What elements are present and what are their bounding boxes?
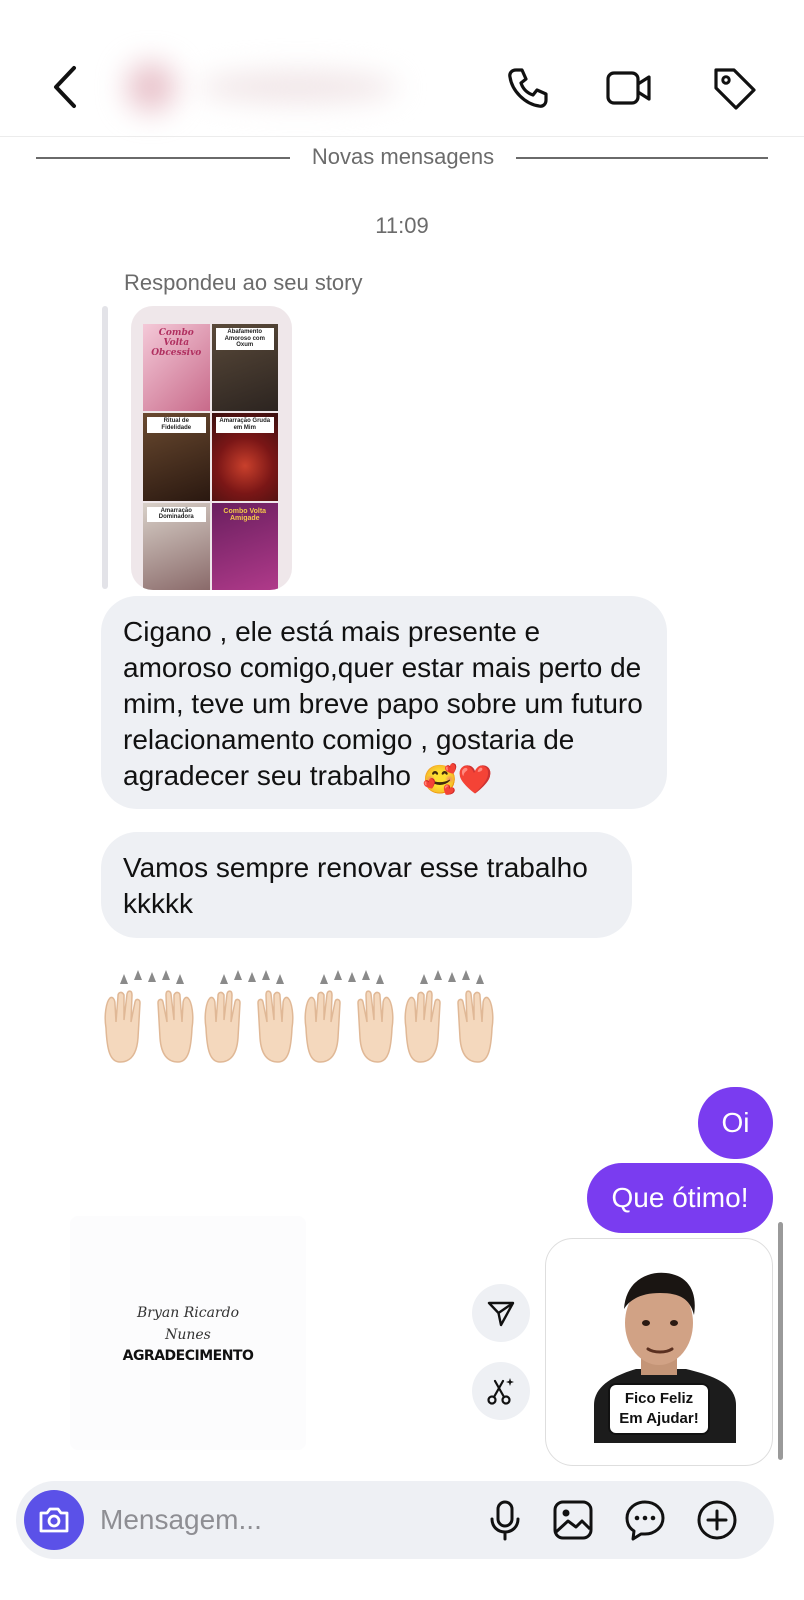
tag-icon <box>714 68 756 110</box>
more-options-button[interactable] <box>696 1499 738 1541</box>
message-text: Que ótimo! <box>611 1182 749 1213</box>
message-composer <box>16 1481 774 1559</box>
story-reply-caption: Respondeu ao seu story <box>124 270 363 295</box>
story-tile-caption: Ritual de Fidelidade <box>147 417 206 433</box>
sticker-caption: Fico Feliz Em Ajudar! <box>608 1383 710 1435</box>
reply-quote-bar <box>102 306 108 589</box>
story-tile: Abafamento Amoroso com Oxum <box>211 324 278 412</box>
smiling-hearts-heart-emoji: 🥰❤️ <box>422 764 493 795</box>
video-call-button[interactable] <box>605 64 653 112</box>
sticker-button[interactable] <box>624 1499 666 1541</box>
raising-hands-emoji <box>404 970 494 1063</box>
voice-message-button[interactable] <box>484 1499 526 1541</box>
gallery-button[interactable] <box>552 1499 594 1541</box>
divider-label: Novas mensagens <box>311 144 495 169</box>
sticker-icon <box>625 1500 665 1541</box>
shared-image-card[interactable]: Bryan Ricardo Nunes AGRADECIMENTO <box>70 1216 306 1450</box>
back-button[interactable] <box>44 62 84 112</box>
incoming-message[interactable]: Vamos sempre renovar esse trabalho kkkkk <box>101 832 632 938</box>
magic-edit-icon <box>487 1378 514 1405</box>
contact-profile[interactable] <box>118 52 418 122</box>
contact-name <box>198 72 398 102</box>
message-input[interactable] <box>100 1497 470 1543</box>
story-tile-caption: Amarração Dominadora <box>147 506 206 522</box>
scrollbar-thumb[interactable] <box>778 1222 783 1460</box>
sticker-message[interactable]: Fico Feliz Em Ajudar! <box>545 1238 773 1466</box>
share-icon <box>487 1301 515 1327</box>
new-messages-divider: Novas mensagens <box>36 140 768 176</box>
outgoing-message[interactable]: Oi <box>698 1087 773 1159</box>
raising-hands-emoji <box>304 970 394 1063</box>
story-tile: Ritual de Fidelidade <box>143 413 210 501</box>
message-text: Oi <box>721 1107 750 1138</box>
signature-name: Bryan Ricardo <box>137 1305 239 1321</box>
message-text: Vamos sempre renovar esse trabalho kkkkk <box>123 852 588 919</box>
magic-edit-button[interactable] <box>472 1362 530 1420</box>
signature-name: Nunes <box>165 1327 211 1343</box>
conversation-header <box>0 0 804 137</box>
emoji-message[interactable] <box>100 968 498 1068</box>
video-icon <box>606 71 651 105</box>
gallery-icon <box>553 1500 593 1540</box>
card-title: AGRADECIMENTO <box>122 1348 254 1364</box>
story-tile-caption: Abafamento Amoroso com Oxum <box>215 328 274 350</box>
call-button[interactable] <box>504 64 552 112</box>
back-arrow-icon <box>54 66 76 108</box>
story-tile-caption: Amarração Gruda em Mim <box>215 417 274 433</box>
story-tile-caption: Combo Volta Amigade <box>223 507 267 523</box>
story-tile: Amarração Dominadora <box>143 502 210 590</box>
story-tile: Amarração Gruda em Mim <box>211 413 278 501</box>
divider-line <box>36 157 290 159</box>
phone-icon <box>508 68 548 108</box>
divider-line <box>516 157 768 159</box>
story-tile: Combo Volta Obcessivo <box>143 324 210 412</box>
camera-button[interactable] <box>24 1490 84 1550</box>
microphone-icon <box>490 1500 520 1541</box>
sticker-caption-line: Fico Feliz <box>624 1390 694 1407</box>
story-preview[interactable]: Combo Volta Obcessivo Abafamento Amoroso… <box>131 306 292 590</box>
story-tile: Combo Volta Amigade <box>211 502 278 590</box>
incoming-message[interactable]: Cigano , ele está mais presente e amoros… <box>101 596 667 809</box>
raising-hands-emoji <box>204 970 294 1063</box>
message-text: Cigano , ele está mais presente e amoros… <box>123 616 643 791</box>
story-collage: Combo Volta Obcessivo Abafamento Amoroso… <box>143 324 278 590</box>
story-tile-caption: Combo Volta Obcessivo <box>151 328 202 358</box>
tag-button[interactable] <box>710 64 758 112</box>
raising-hands-emoji <box>104 970 194 1063</box>
outgoing-message[interactable]: Que ótimo! <box>587 1163 773 1233</box>
avatar <box>126 62 176 112</box>
message-timestamp: 11:09 <box>375 213 429 238</box>
sticker-caption-line: Em Ajudar! <box>619 1410 699 1427</box>
share-button[interactable] <box>472 1284 530 1342</box>
camera-icon <box>39 1507 69 1533</box>
plus-icon <box>697 1500 737 1540</box>
